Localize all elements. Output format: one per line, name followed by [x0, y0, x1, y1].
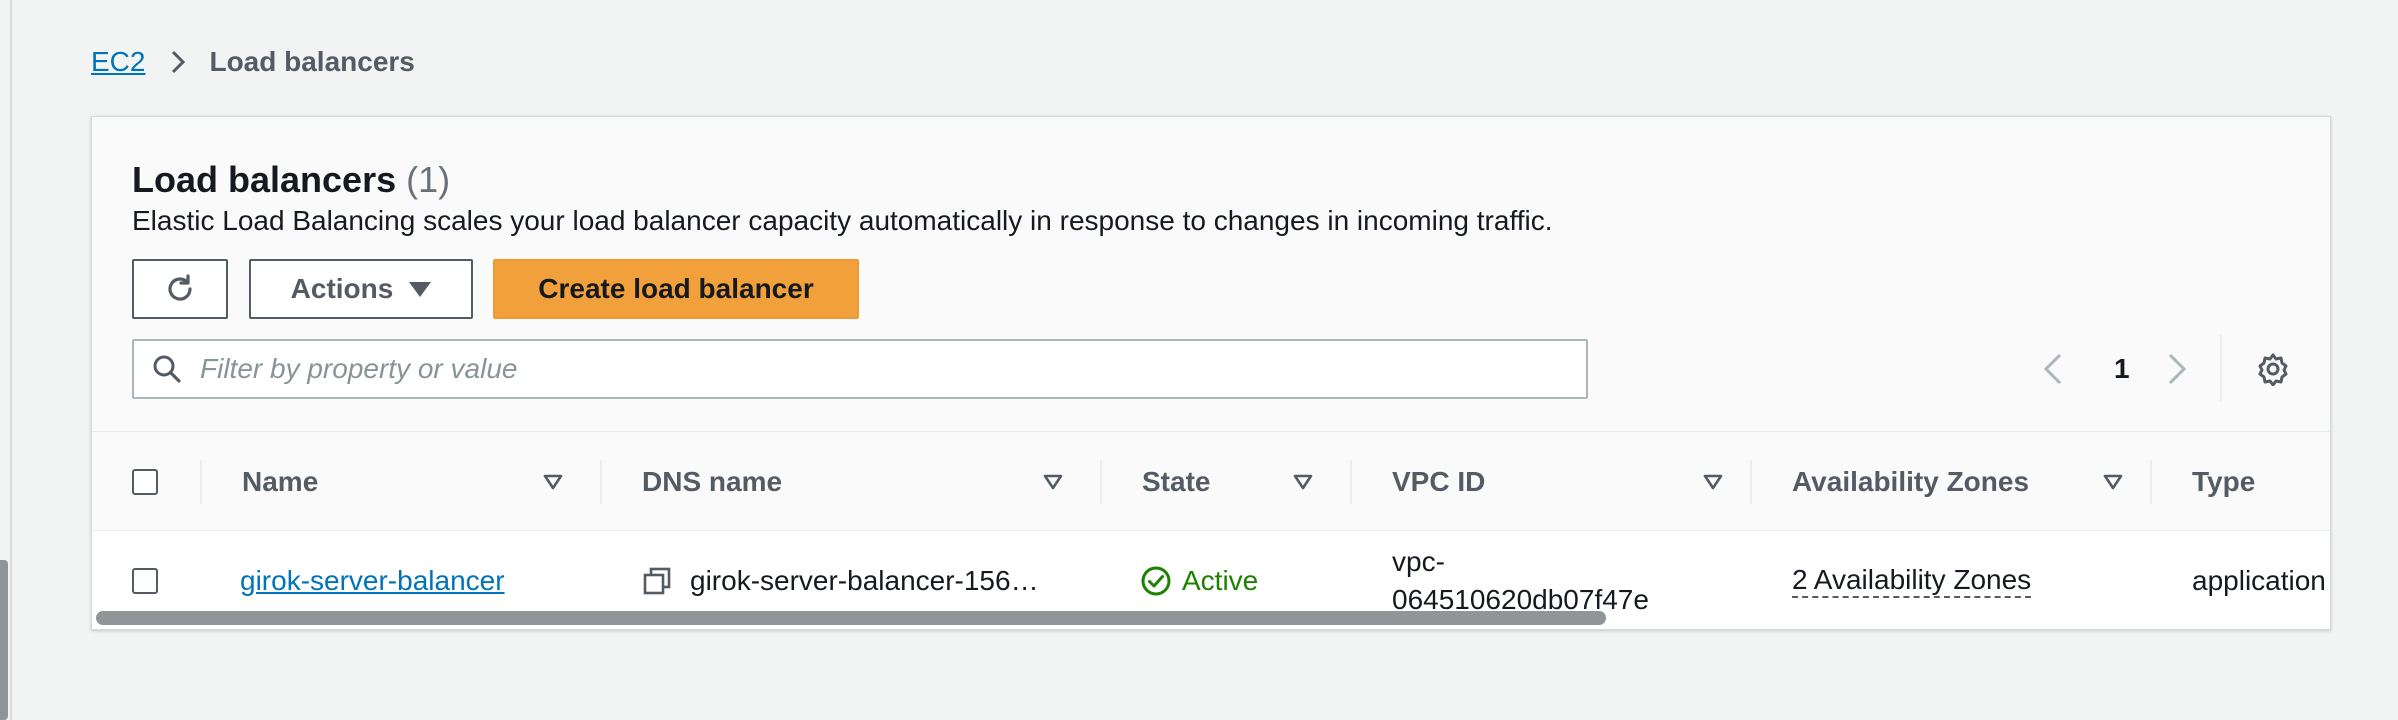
state-text: Active [1182, 565, 1259, 596]
gear-icon [2258, 353, 2288, 386]
breadcrumb-current: Load balancers [209, 46, 415, 77]
column-divider [2150, 460, 2152, 504]
check-circle-icon [1141, 566, 1171, 596]
refresh-button[interactable] [132, 259, 228, 319]
select-all-cell [132, 432, 158, 532]
sort-triangle-icon[interactable] [542, 473, 564, 491]
chevron-right-icon [169, 48, 187, 76]
row-checkbox[interactable] [132, 568, 158, 594]
refresh-icon [168, 274, 192, 301]
page-title: Load balancers (1) [132, 159, 450, 201]
caret-down-icon [409, 281, 432, 297]
previous-page-button[interactable] [2042, 339, 2064, 399]
column-header-state[interactable]: State [1142, 432, 1342, 532]
panel-title-text: Load balancers [132, 159, 397, 200]
column-header-label: State [1142, 466, 1211, 497]
dns-name-text: girok-server-balancer-156… [690, 565, 1039, 596]
sort-triangle-icon[interactable] [1292, 473, 1314, 491]
search-input[interactable] [200, 353, 1500, 385]
pagination-divider [2220, 335, 2222, 401]
column-header-availability-zones[interactable]: Availability Zones [1792, 432, 2152, 532]
column-header-label: Type [2192, 466, 2256, 497]
column-header-type[interactable]: Type [2192, 432, 2255, 532]
actions-label: Actions [290, 273, 394, 304]
column-header-label: DNS name [642, 466, 783, 497]
column-header-label: VPC ID [1392, 466, 1486, 497]
select-all-checkbox[interactable] [132, 469, 158, 495]
column-header-dns-name[interactable]: DNS name [642, 432, 1092, 532]
table-header: Name DNS name State VPC ID Availability … [92, 431, 2330, 532]
column-header-label: Availability Zones [1792, 466, 2030, 497]
create-load-balancer-button[interactable]: Create load balancer [493, 259, 859, 319]
availability-zones-cell: 2 Availability Zones [1792, 531, 2032, 629]
chevron-left-icon [2043, 353, 2062, 385]
vpc-id-line-1: vpc- [1392, 546, 1445, 577]
column-header-label: Name [242, 466, 319, 497]
column-divider [1350, 460, 1352, 504]
current-page-number[interactable]: 1 [2114, 339, 2130, 399]
status-badge: Active [1140, 565, 1258, 597]
column-divider [1100, 460, 1102, 504]
left-rail [0, 0, 12, 720]
type-text: application [2192, 565, 2326, 596]
breadcrumb: EC2 Load balancers [91, 44, 415, 80]
load-balancers-panel: Load balancers (1) Elastic Load Balancin… [91, 116, 2331, 630]
column-divider [200, 460, 202, 504]
breadcrumb-ec2-link[interactable]: EC2 [91, 46, 145, 78]
sort-triangle-icon[interactable] [1042, 473, 1064, 491]
preferences-button[interactable] [2256, 339, 2290, 399]
column-divider [600, 460, 602, 504]
panel-description: Elastic Load Balancing scales your load … [132, 205, 1553, 236]
search-icon [152, 354, 182, 384]
filter-search-box[interactable] [132, 339, 1588, 399]
vertical-scrollbar[interactable] [0, 560, 8, 720]
horizontal-scrollbar[interactable] [96, 611, 1606, 625]
panel-title-count: (1) [406, 159, 451, 200]
column-header-name[interactable]: Name [242, 432, 592, 532]
next-page-button[interactable] [2166, 339, 2188, 399]
chevron-right-icon [2168, 353, 2187, 385]
load-balancer-name-link[interactable]: girok-server-balancer [240, 565, 505, 597]
copy-icon[interactable] [642, 566, 672, 596]
column-divider [1750, 460, 1752, 504]
actions-dropdown-button[interactable]: Actions [249, 259, 473, 319]
type-cell: application [2192, 531, 2326, 629]
column-header-vpc-id[interactable]: VPC ID [1392, 432, 1752, 532]
availability-zones-popover-trigger[interactable]: 2 Availability Zones [1792, 564, 2032, 598]
sort-triangle-icon[interactable] [2102, 473, 2124, 491]
sort-triangle-icon[interactable] [1702, 473, 1724, 491]
